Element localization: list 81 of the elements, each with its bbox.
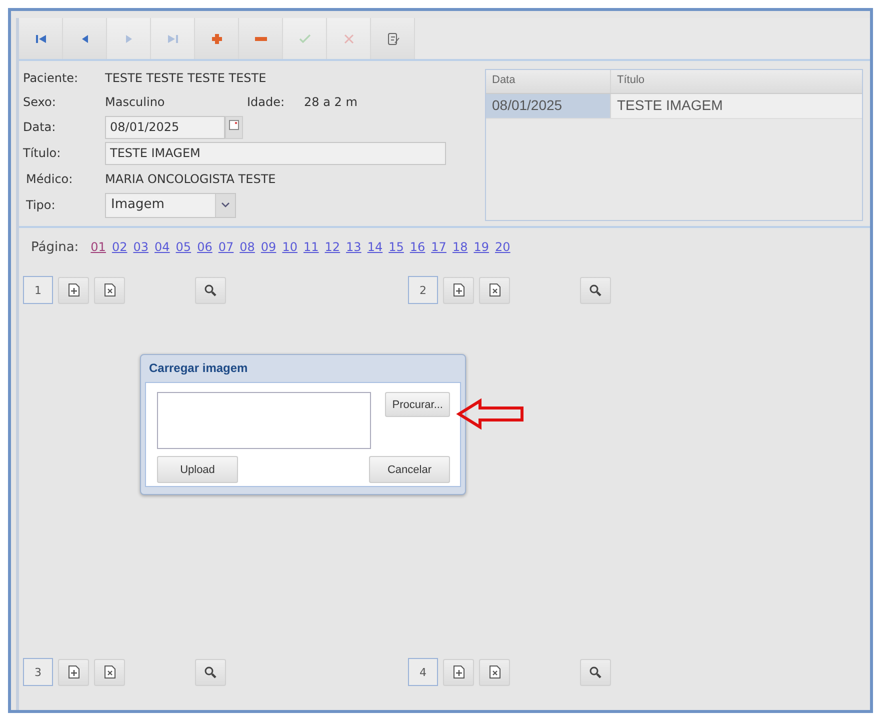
file-field[interactable] [157, 392, 371, 449]
doctor-name: MARIA ONCOLOGISTA TESTE [105, 172, 276, 186]
page-link[interactable]: 09 [260, 240, 276, 254]
page-link[interactable]: 07 [218, 240, 234, 254]
page-link[interactable]: 16 [410, 240, 426, 254]
remove-image-button[interactable] [479, 276, 510, 304]
cancel-button[interactable]: Cancelar [369, 456, 450, 483]
upload-button[interactable]: Upload [157, 456, 238, 483]
date-field[interactable]: 08/01/2025 [105, 116, 225, 138]
age-value: 28 a 2 m [304, 95, 358, 109]
toolbar-button[interactable] [195, 18, 239, 59]
image-number: 4 [408, 658, 438, 686]
title-field[interactable]: TESTE IMAGEM [105, 142, 446, 164]
page-link[interactable]: 08 [240, 240, 255, 254]
page-link[interactable]: 13 [346, 240, 362, 254]
field-label: Idade: [247, 95, 286, 109]
file-delete-icon [488, 665, 500, 679]
page-link[interactable]: 20 [495, 240, 510, 254]
table-cell-text: TESTE IMAGEM [616, 96, 724, 115]
toolbar-button[interactable] [239, 18, 283, 59]
column-header[interactable]: Data [486, 70, 611, 93]
zoom-button[interactable] [580, 658, 611, 686]
table-cell: 08/01/2025 [486, 94, 611, 118]
page-link[interactable]: 18 [452, 240, 468, 254]
page-link[interactable]: 04 [154, 240, 170, 254]
page-label: Página: [31, 240, 79, 254]
image-number: 1 [23, 276, 53, 304]
file-delete-icon [488, 283, 500, 297]
page-link[interactable]: 12 [324, 240, 340, 254]
remove-image-button[interactable] [94, 276, 125, 304]
dialog-title: Carregar imagem [148, 360, 249, 377]
page-link[interactable]: 17 [431, 240, 446, 254]
search-icon [204, 666, 217, 678]
file-add-icon [68, 283, 80, 297]
page-link[interactable]: 05 [176, 240, 192, 254]
remove-image-button[interactable] [94, 658, 125, 686]
file-delete-icon [104, 665, 116, 679]
zoom-button[interactable] [580, 276, 611, 304]
browse-button[interactable]: Procurar... [385, 392, 450, 417]
file-add-icon [452, 283, 464, 297]
chevron-down-icon [221, 202, 230, 208]
calendar-button[interactable] [225, 116, 243, 138]
toolbar-button[interactable] [371, 18, 415, 59]
page-link[interactable]: 03 [133, 240, 149, 254]
image-number: 3 [23, 658, 53, 686]
page-link[interactable]: 02 [112, 240, 128, 254]
type-dropdown[interactable]: Imagem [105, 192, 236, 218]
column-header[interactable]: Título [611, 70, 862, 93]
sex-value: Masculino [105, 95, 166, 109]
file-add-icon [68, 665, 80, 679]
field-label: Tipo: [25, 198, 56, 212]
field-label: Médico: [25, 172, 74, 186]
field-label: Título: [23, 146, 62, 160]
page-link[interactable]: 01 [90, 240, 106, 254]
page-link[interactable]: 10 [282, 240, 298, 254]
search-icon [589, 284, 602, 296]
file-add-icon [452, 665, 464, 679]
calendar-icon [229, 120, 239, 130]
patient-name: TESTE TESTE TESTE TESTE [105, 71, 266, 85]
zoom-button[interactable] [195, 658, 226, 686]
search-icon [589, 666, 602, 678]
page-link[interactable]: 15 [388, 240, 404, 254]
add-image-button[interactable] [58, 276, 89, 304]
field-label: Data: [23, 120, 57, 134]
file-delete-icon [104, 283, 116, 297]
add-image-button[interactable] [443, 276, 474, 304]
page-link[interactable]: 14 [367, 240, 383, 254]
zoom-button[interactable] [195, 276, 226, 304]
toolbar-button[interactable] [19, 18, 63, 59]
remove-image-button[interactable] [479, 658, 510, 686]
field-label: Paciente: [23, 71, 80, 85]
field-label: Sexo: [23, 95, 57, 109]
add-image-button[interactable] [58, 658, 89, 686]
search-icon [204, 284, 217, 296]
page-link[interactable]: 11 [303, 240, 319, 254]
page-link[interactable]: 19 [474, 240, 490, 254]
add-image-button[interactable] [443, 658, 474, 686]
arrow-icon [456, 398, 526, 430]
table-row[interactable]: 08/01/2025 TESTE IMAGEM [486, 94, 862, 119]
page-link[interactable]: 06 [197, 240, 212, 254]
image-number: 2 [408, 276, 438, 304]
